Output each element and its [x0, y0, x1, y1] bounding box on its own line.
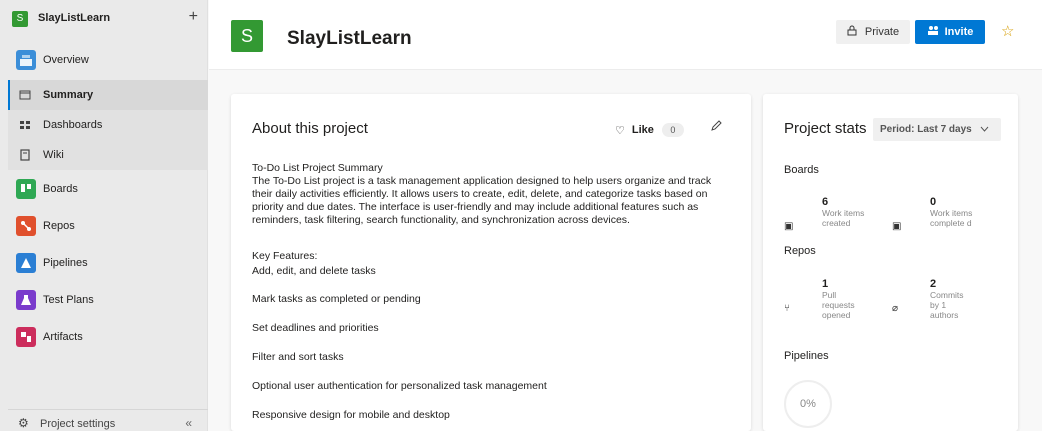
summary-icon: [18, 88, 32, 102]
add-icon[interactable]: +: [189, 8, 198, 26]
feature-item: Add, edit, and delete tasks: [252, 265, 376, 277]
stat-desc: Commits by 1 authors: [930, 290, 964, 320]
feature-item: Set deadlines and priorities: [252, 322, 379, 334]
project-name[interactable]: SlayListLearn: [38, 12, 110, 24]
feature-item: Responsive design for mobile and desktop: [252, 409, 450, 421]
period-dropdown[interactable]: Period: Last 7 days: [873, 118, 1001, 141]
period-label: Period: Last 7 days: [880, 124, 972, 135]
sidebar-item-boards[interactable]: Boards: [8, 173, 208, 205]
sidebar-item-label: Repos: [43, 220, 75, 232]
sidebar-item-label: Dashboards: [43, 119, 103, 131]
feature-item: Filter and sort tasks: [252, 351, 344, 363]
about-description: To-Do List Project Summary The To-Do Lis…: [252, 162, 732, 227]
sidebar-item-label: Test Plans: [43, 294, 94, 306]
stat-value: 1: [822, 278, 829, 290]
invite-label: Invite: [944, 26, 974, 38]
stat-desc: Work items created: [822, 208, 865, 228]
project-settings-label: Project settings: [40, 418, 116, 430]
sidebar-item-artifacts[interactable]: Artifacts: [8, 321, 208, 353]
boards-icon: [16, 179, 36, 199]
sidebar-item-dashboards[interactable]: Dashboards: [8, 110, 208, 140]
stat-work-items-created[interactable]: ▣ 6 Work items created: [784, 196, 879, 244]
dashboards-icon: [18, 118, 32, 132]
stats-title: Project stats: [784, 120, 867, 137]
private-label: Private: [864, 26, 900, 38]
test-plans-icon: [16, 290, 36, 310]
page-title: SlayListLearn: [287, 28, 412, 49]
project-settings-button[interactable]: ⚙ Project settings «: [8, 409, 208, 431]
stat-pull-requests[interactable]: ⑂ 1 Pull requests opened: [784, 278, 879, 326]
summary-body: The To-Do List project is a task managem…: [252, 175, 712, 226]
edit-pencil-icon[interactable]: [710, 119, 723, 135]
sidebar-item-repos[interactable]: Repos: [8, 210, 208, 242]
stat-desc: Pull requests opened: [822, 290, 855, 320]
wiki-icon: [18, 148, 32, 162]
like-count: 0: [661, 123, 684, 137]
sidebar-item-label: Artifacts: [43, 331, 83, 343]
repos-section-label: Repos: [784, 245, 816, 257]
stat-desc: Work items complete d: [930, 208, 973, 228]
artifacts-icon: [16, 327, 36, 347]
pipelines-value: 0%: [800, 398, 816, 410]
sidebar-item-overview[interactable]: Overview: [8, 44, 208, 76]
sidebar-item-label: Boards: [43, 183, 78, 195]
sidebar-item-test-plans[interactable]: Test Plans: [8, 284, 208, 316]
stat-work-items-completed[interactable]: ▣ 0 Work items complete d: [892, 196, 987, 244]
project-avatar-large: S: [231, 20, 263, 52]
collapse-sidebar-icon[interactable]: «: [185, 416, 192, 430]
pipelines-section-label: Pipelines: [784, 350, 829, 362]
sidebar-item-wiki[interactable]: Wiki: [8, 140, 208, 170]
summary-title: To-Do List Project Summary: [252, 162, 383, 174]
sidebar-item-label: Pipelines: [43, 257, 88, 269]
work-item-done-icon: ▣: [892, 221, 902, 232]
commit-icon: ⌀: [892, 303, 899, 314]
pipelines-success-ring: 0%: [784, 380, 832, 428]
lock-icon: [847, 25, 857, 39]
private-button[interactable]: Private: [836, 20, 910, 44]
boards-section-label: Boards: [784, 164, 819, 176]
sidebar: S SlayListLearn + Overview Summary Dashb…: [0, 0, 208, 431]
pipelines-icon: [16, 253, 36, 273]
overview-icon: [16, 50, 36, 70]
repos-icon: [16, 216, 36, 236]
stat-value: 6: [822, 196, 829, 208]
stat-commits[interactable]: ⌀ 2 Commits by 1 authors: [892, 278, 987, 326]
sidebar-item-label: Summary: [43, 89, 94, 101]
favorite-star-icon[interactable]: ☆: [1001, 22, 1014, 40]
invite-button[interactable]: Invite: [915, 20, 985, 44]
gear-icon: ⚙: [18, 416, 29, 430]
feature-item: Mark tasks as completed or pending: [252, 293, 421, 305]
sidebar-item-pipelines[interactable]: Pipelines: [8, 247, 208, 279]
like-button[interactable]: ♡ Like 0: [615, 123, 684, 137]
stat-value: 0: [930, 196, 937, 208]
sidebar-item-summary[interactable]: Summary: [8, 80, 208, 110]
heart-icon: ♡: [615, 124, 625, 137]
sidebar-item-label: Wiki: [43, 149, 64, 161]
feature-item: Optional user authentication for persona…: [252, 380, 547, 392]
sidebar-header: S SlayListLearn +: [8, 0, 208, 38]
project-avatar[interactable]: S: [12, 11, 28, 27]
project-stats-card: Project stats Period: Last 7 days Boards…: [763, 94, 1018, 431]
about-project-card: About this project ♡ Like 0 To-Do List P…: [231, 94, 751, 431]
pull-request-icon: ⑂: [784, 303, 790, 314]
stat-value: 2: [930, 278, 937, 290]
about-title: About this project: [252, 120, 368, 137]
add-people-icon: [927, 25, 939, 39]
sidebar-item-label: Overview: [43, 54, 89, 66]
page-header: S SlayListLearn Private Invite ☆: [209, 0, 1042, 70]
like-label: Like: [631, 124, 654, 136]
work-item-icon: ▣: [784, 221, 794, 232]
chevron-down-icon: [980, 124, 989, 135]
features-heading: Key Features:: [252, 250, 318, 262]
